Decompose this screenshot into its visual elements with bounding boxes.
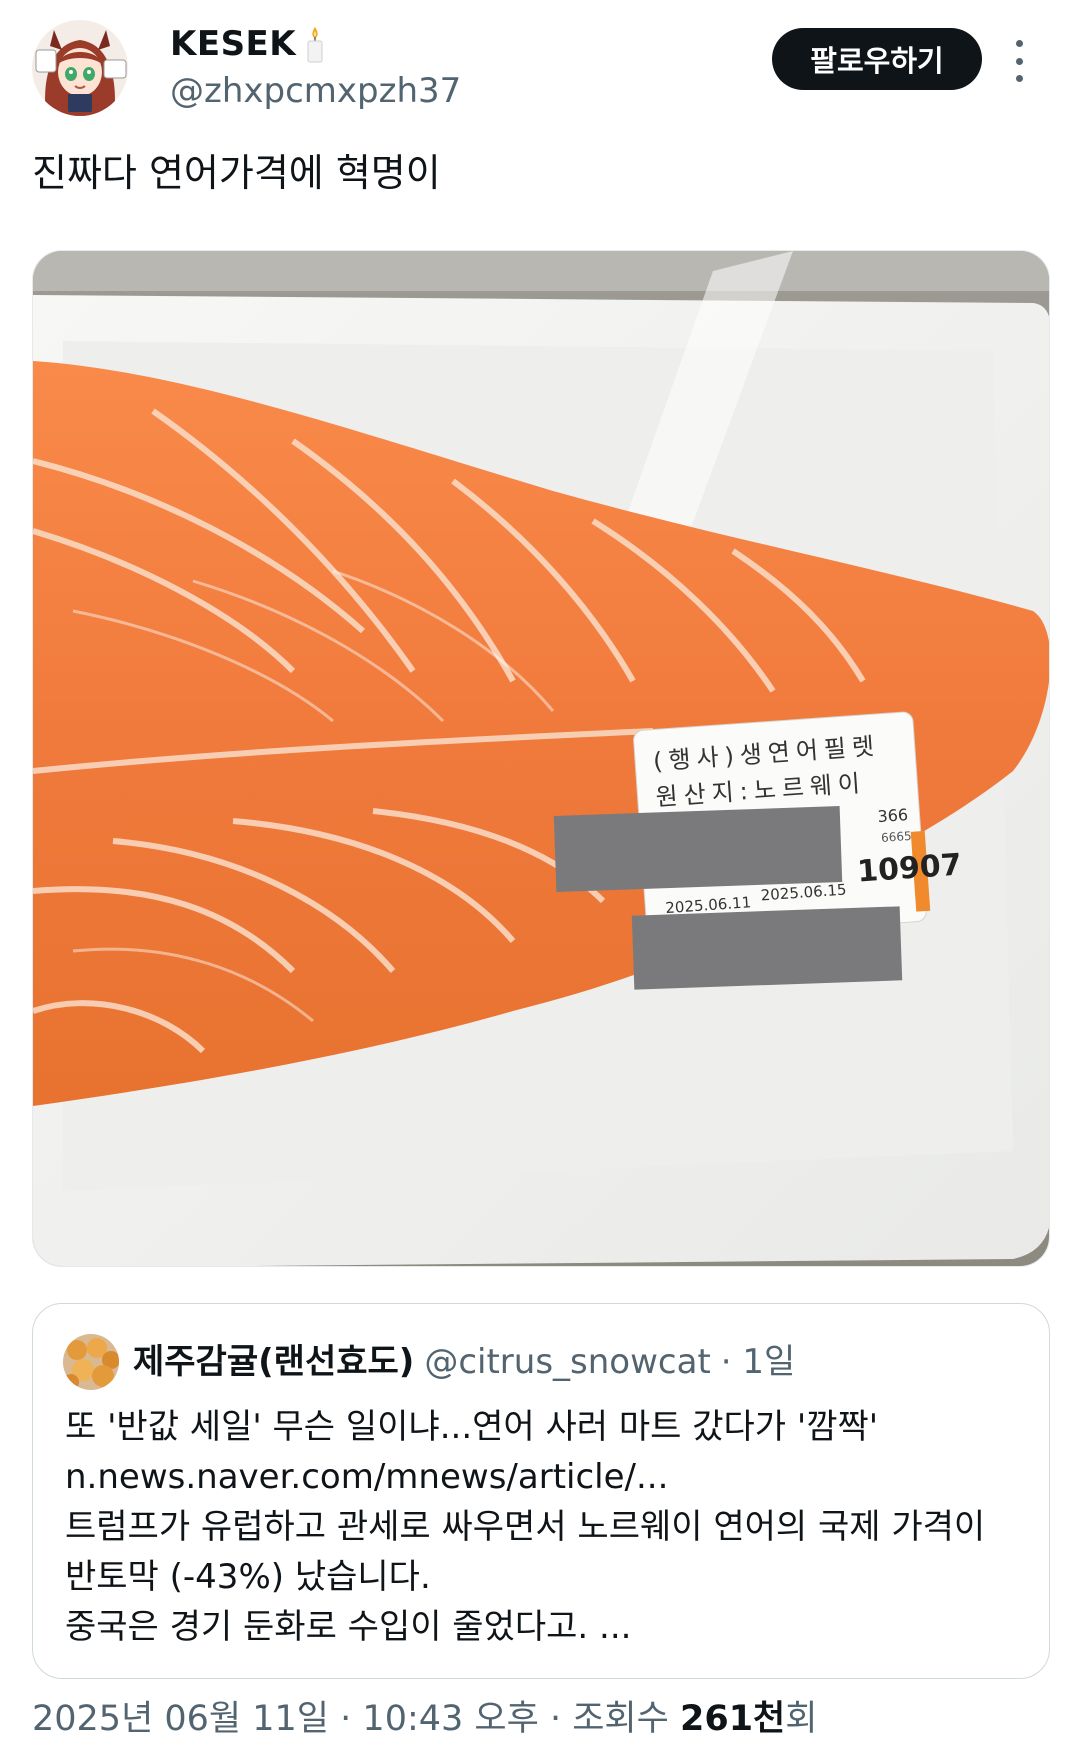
tweet-header: KESEK @zhxpcmxpzh37 팔로우하기	[32, 18, 1048, 118]
more-options-icon[interactable]	[1012, 40, 1026, 82]
author-names: KESEK @zhxpcmxpzh37	[170, 22, 461, 114]
author-avatar[interactable]	[32, 20, 128, 116]
views-label: 조회수	[572, 1699, 669, 1739]
label-code-text: 6665	[881, 829, 912, 845]
quoted-line: 반토막 (-43%) 났습니다.	[65, 1557, 431, 1597]
tweet-text: 진짜다 연어가격에 혁명이	[32, 151, 441, 195]
tweet-meta: 2025년 06월 11일 · 10:43 오후 · 조회수 261천회	[32, 1694, 817, 1744]
quoted-time[interactable]: · 1일	[721, 1342, 796, 1382]
salmon-photo-illustration: (행사)생연어필렛 원산지:노르웨이 366 6665 10907 2025.0…	[33, 251, 1049, 1266]
author-handle[interactable]: @zhxpcmxpzh37	[170, 68, 461, 114]
tweet-time[interactable]: 10:43 오후	[362, 1699, 538, 1739]
redaction-box	[631, 906, 903, 990]
candle-icon	[304, 25, 326, 63]
tweet-photo[interactable]: (행사)생연어필렛 원산지:노르웨이 366 6665 10907 2025.0…	[32, 250, 1050, 1267]
quoted-body: 또 '반값 세일' 무슨 일이냐...연어 사러 마트 갔다가 '깜짝' n.n…	[65, 1402, 1025, 1652]
label-weight-text: 366	[877, 805, 909, 826]
tweet-date[interactable]: 2025년 06월 11일	[32, 1699, 329, 1739]
quoted-author-name[interactable]: 제주감귤(랜선효도)	[133, 1342, 414, 1382]
follow-button[interactable]: 팔로우하기	[772, 28, 982, 90]
display-name-text: KESEK	[170, 24, 297, 64]
redaction-box	[553, 806, 843, 892]
quoted-author-avatar[interactable]	[63, 1334, 119, 1390]
quoted-line: 또 '반값 세일' 무슨 일이냐...연어 사러 마트 갔다가 '깜짝'	[65, 1407, 879, 1447]
quoted-author-handle[interactable]: @citrus_snowcat	[424, 1342, 710, 1382]
quoted-line: 트럼프가 유럽하고 관세로 싸우면서 노르웨이 연어의 국제 가격이	[65, 1507, 986, 1547]
views-suffix: 회	[785, 1699, 818, 1739]
quoted-link[interactable]: n.news.naver.com/mnews/article/...	[65, 1452, 1025, 1502]
quoted-line: 중국은 경기 둔화로 수입이 줄었다고. ...	[65, 1607, 632, 1647]
views-count: 261천	[679, 1699, 786, 1739]
label-price-text: 10907	[856, 847, 963, 889]
quoted-tweet[interactable]: 제주감귤(랜선효도) @citrus_snowcat · 1일 또 '반값 세일' …	[32, 1303, 1050, 1679]
quoted-header: 제주감귤(랜선효도) @citrus_snowcat · 1일	[133, 1332, 795, 1392]
meta-separator: ·	[340, 1699, 352, 1739]
author-display-name[interactable]: KESEK	[170, 22, 461, 66]
meta-separator: ·	[549, 1699, 562, 1739]
